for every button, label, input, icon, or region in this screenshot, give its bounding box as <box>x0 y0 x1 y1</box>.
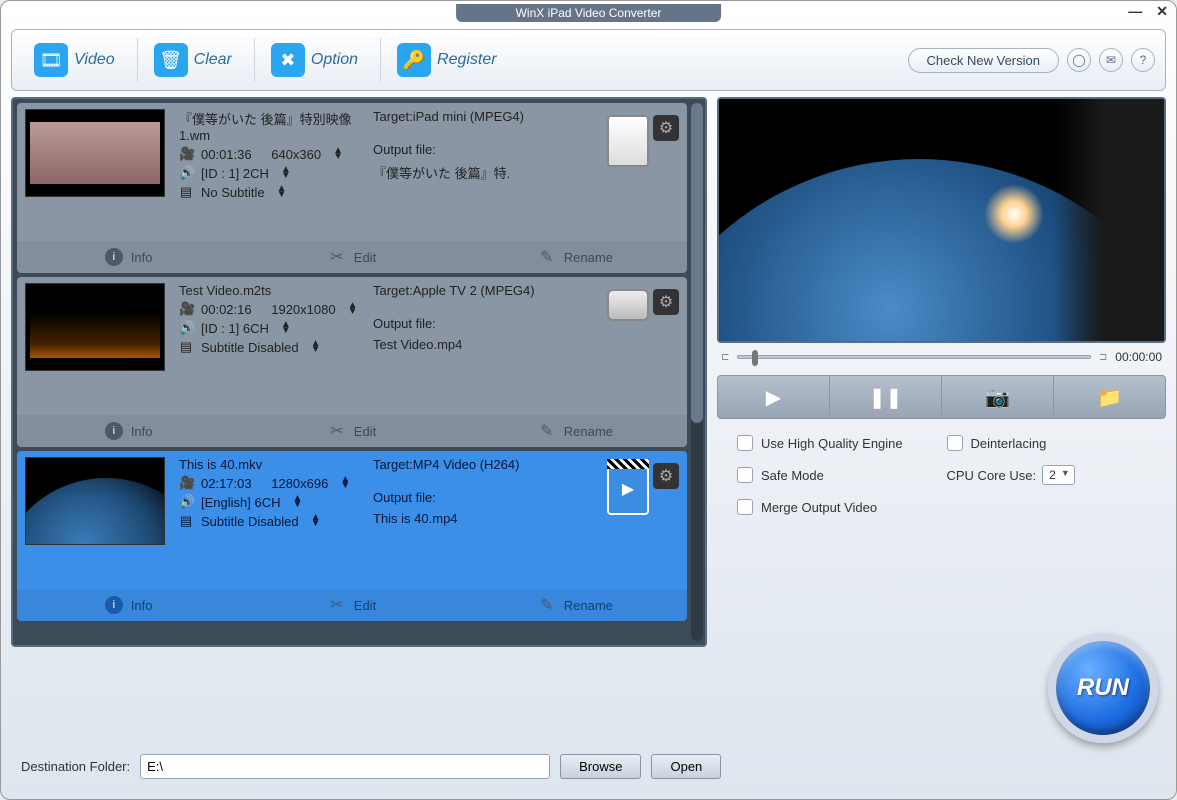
item-audio: [ID : 1] 2CH <box>201 166 269 181</box>
item-duration: 00:01:36 <box>201 147 252 162</box>
destination-label: Destination Folder: <box>21 759 130 774</box>
item-filename: Test Video.m2ts <box>179 283 373 298</box>
spinner-icon[interactable]: ▲▼ <box>333 148 343 160</box>
checkbox-icon <box>737 499 753 515</box>
device-ipad-icon <box>607 115 649 167</box>
pause-button[interactable]: ❚❚ <box>830 376 942 418</box>
cpu-core-select[interactable]: 2 <box>1042 465 1075 485</box>
device-mp4-icon: ▶ <box>607 463 649 515</box>
item-output-label: Output file: <box>373 142 603 157</box>
close-icon[interactable]: ✕ <box>1156 3 1168 20</box>
checkbox-icon <box>737 467 753 483</box>
open-folder-button[interactable]: 📁 <box>1054 376 1165 418</box>
subtitle-icon: ▤ <box>179 184 193 200</box>
options-panel: Use High Quality Engine Deinterlacing Sa… <box>717 419 1166 531</box>
titlebar: WinX iPad Video Converter — ✕ <box>1 1 1176 25</box>
register-label: Register <box>437 51 497 69</box>
run-button[interactable]: RUN <box>1048 633 1158 743</box>
info-button[interactable]: iInfo <box>17 248 240 266</box>
clear-button[interactable]: 🗑 Clear <box>142 37 244 83</box>
video-label: Video <box>74 51 115 69</box>
rename-button[interactable]: ✎Rename <box>464 422 687 440</box>
bracket-right-icon: ⊐ <box>1099 352 1107 363</box>
spinner-icon[interactable]: ▲▼ <box>311 515 321 527</box>
item-filename: This is 40.mkv <box>179 457 373 472</box>
audio-icon: 🔊 <box>179 165 193 181</box>
window: WinX iPad Video Converter — ✕ 🎞 Video 🗑 … <box>0 0 1177 800</box>
spinner-icon[interactable]: ▲▼ <box>348 303 358 315</box>
spinner-icon[interactable]: ▲▼ <box>292 496 302 508</box>
destination-input[interactable] <box>140 754 550 779</box>
clock-icon: 🎥 <box>179 146 193 162</box>
spinner-icon[interactable]: ▲▼ <box>277 186 287 198</box>
key-icon: 🔑 <box>397 43 431 77</box>
spinner-icon[interactable]: ▲▼ <box>311 341 321 353</box>
settings-icon[interactable]: ⚙ <box>653 463 679 489</box>
account-icon[interactable]: ◯ <box>1067 48 1091 72</box>
item-target: Target:iPad mini (MPEG4) <box>373 109 603 124</box>
play-button[interactable]: ▶ <box>718 376 830 418</box>
snapshot-button[interactable]: 📷 <box>942 376 1054 418</box>
thumbnail <box>25 283 165 371</box>
option-hq[interactable]: Use High Quality Engine <box>737 435 937 451</box>
footer: Destination Folder: Browse Open <box>21 754 721 779</box>
option-label: Option <box>311 51 358 69</box>
info-button[interactable]: iInfo <box>17 422 240 440</box>
option-merge[interactable]: Merge Output Video <box>737 499 937 515</box>
film-add-icon: 🎞 <box>34 43 68 77</box>
option-safe-mode[interactable]: Safe Mode <box>737 465 937 485</box>
preview-player <box>717 97 1166 343</box>
check-version-button[interactable]: Check New Version <box>908 48 1059 73</box>
item-subtitle: No Subtitle <box>201 185 265 200</box>
checkbox-icon <box>737 435 753 451</box>
video-item-selected[interactable]: This is 40.mkv 🎥02:17:03 1280x696▲▼ 🔊[En… <box>17 451 687 621</box>
spinner-icon[interactable]: ▲▼ <box>281 322 291 334</box>
timecode: 00:00:00 <box>1115 350 1162 364</box>
video-button[interactable]: 🎞 Video <box>22 37 127 83</box>
scrollbar-thumb[interactable] <box>691 103 703 423</box>
option-deinterlacing[interactable]: Deinterlacing <box>947 435 1147 451</box>
clear-label: Clear <box>194 51 232 69</box>
spinner-icon[interactable]: ▲▼ <box>340 477 350 489</box>
thumbnail <box>25 109 165 197</box>
edit-button[interactable]: ✂Edit <box>240 248 463 266</box>
help-icon[interactable]: ? <box>1131 48 1155 72</box>
edit-button[interactable]: ✂Edit <box>240 422 463 440</box>
settings-icon[interactable]: ⚙ <box>653 115 679 141</box>
trash-icon: 🗑 <box>154 43 188 77</box>
video-item[interactable]: 『僕等がいた 後篇』特別映像1.wm 🎥 00:01:36 640x360 ▲▼ 🔊… <box>17 103 687 273</box>
item-resolution: 640x360 <box>271 147 321 162</box>
minimize-icon[interactable]: — <box>1128 3 1142 20</box>
register-button[interactable]: 🔑 Register <box>385 37 509 83</box>
wrench-icon: ✖ <box>271 43 305 77</box>
thumbnail <box>25 457 165 545</box>
toolbar: 🎞 Video 🗑 Clear ✖ Option 🔑 Register Chec… <box>11 29 1166 91</box>
info-button[interactable]: iInfo <box>17 596 240 614</box>
checkbox-icon <box>947 435 963 451</box>
rename-button[interactable]: ✎Rename <box>464 248 687 266</box>
spinner-icon[interactable]: ▲▼ <box>281 167 291 179</box>
item-filename: 『僕等がいた 後篇』特別映像1.wm <box>179 109 373 143</box>
window-title: WinX iPad Video Converter <box>456 4 722 22</box>
seek-slider[interactable]: ⊏ ⊐ 00:00:00 <box>717 343 1166 371</box>
settings-icon[interactable]: ⚙ <box>653 289 679 315</box>
device-appletv-icon <box>607 289 649 321</box>
rename-button[interactable]: ✎Rename <box>464 596 687 614</box>
cpu-core-label: CPU Core Use: <box>947 468 1037 483</box>
browse-button[interactable]: Browse <box>560 754 641 779</box>
mail-icon[interactable]: ✉ <box>1099 48 1123 72</box>
video-item[interactable]: Test Video.m2ts 🎥00:02:16 1920x1080▲▼ 🔊[… <box>17 277 687 447</box>
item-output-file: 『僕等がいた 後篇』特. <box>373 163 603 182</box>
player-controls: ▶ ❚❚ 📷 📁 <box>717 375 1166 419</box>
open-button[interactable]: Open <box>651 754 721 779</box>
bracket-left-icon: ⊏ <box>721 352 729 363</box>
option-button[interactable]: ✖ Option <box>259 37 370 83</box>
edit-button[interactable]: ✂Edit <box>240 596 463 614</box>
video-list-panel: 『僕等がいた 後篇』特別映像1.wm 🎥 00:01:36 640x360 ▲▼ 🔊… <box>11 97 707 647</box>
